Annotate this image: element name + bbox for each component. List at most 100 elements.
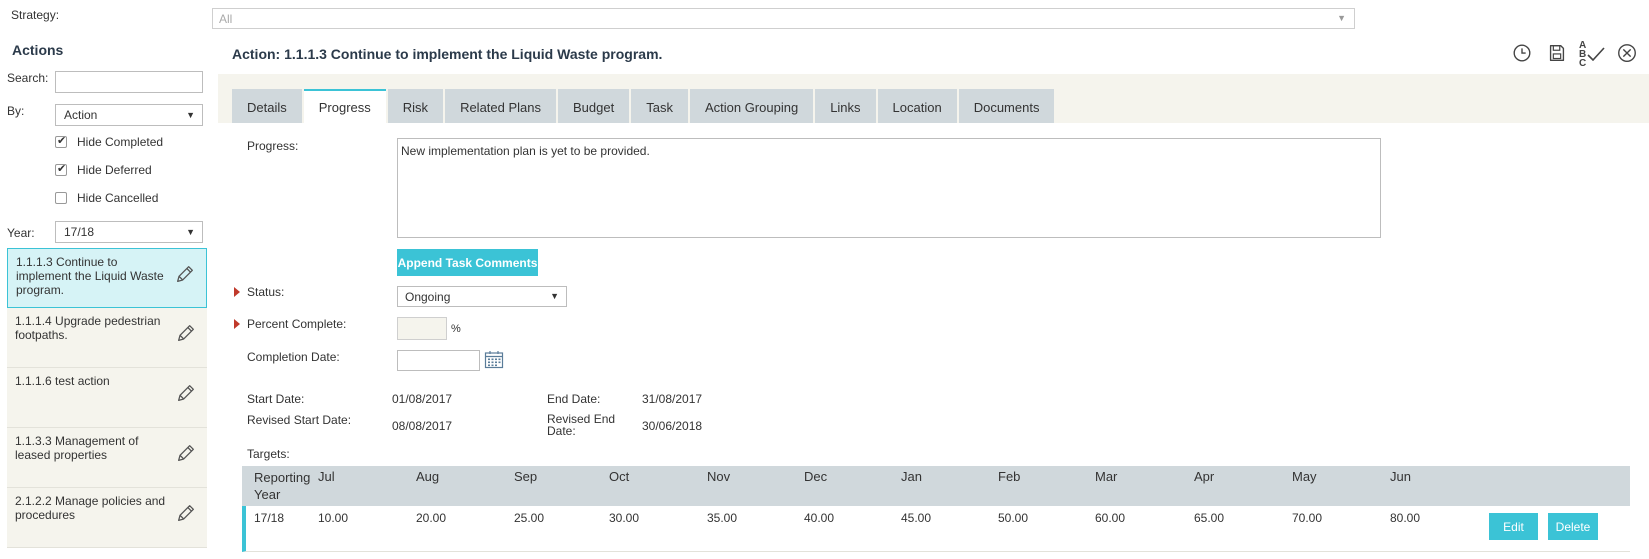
search-input[interactable] xyxy=(55,71,203,93)
list-item[interactable]: 1.1.1.3 Continue to implement the Liquid… xyxy=(7,248,207,308)
pencil-icon[interactable] xyxy=(175,322,197,344)
status-label: Status: xyxy=(247,285,285,299)
table-cell: 20.00 xyxy=(416,511,447,525)
tab-details[interactable]: Details xyxy=(232,89,302,123)
pencil-icon[interactable] xyxy=(175,382,197,404)
tab-related-plans[interactable]: Related Plans xyxy=(445,89,557,123)
column-header: Apr xyxy=(1194,469,1215,484)
table-cell: 45.00 xyxy=(901,511,932,525)
delete-button[interactable]: Delete xyxy=(1548,513,1598,540)
table-cell: 40.00 xyxy=(804,511,835,525)
completion-date-label: Completion Date: xyxy=(247,350,340,364)
revised-start-date-label: Revised Start Date: xyxy=(247,413,352,427)
chevron-down-icon: ▼ xyxy=(186,110,195,120)
checkbox-box[interactable] xyxy=(55,192,67,204)
by-label: By: xyxy=(7,104,25,118)
history-icon[interactable] xyxy=(1511,42,1533,64)
strategy-value: All xyxy=(219,12,233,26)
hide-deferred-checkbox[interactable]: Hide Deferred xyxy=(55,162,215,178)
year-select[interactable]: 17/18 ▼ xyxy=(55,221,203,243)
list-item-label: 1.1.1.6 test action xyxy=(15,374,110,388)
tab-action-grouping[interactable]: Action Grouping xyxy=(689,89,814,123)
tab-risk[interactable]: Risk xyxy=(387,89,444,123)
tab-documents[interactable]: Documents xyxy=(958,89,1055,123)
list-item-label: 1.1.1.4 Upgrade pedestrian footpaths. xyxy=(15,314,161,342)
table-cell: 30.00 xyxy=(609,511,640,525)
table-cell: 17/18 xyxy=(254,511,285,525)
by-value: Action xyxy=(64,108,98,122)
close-icon[interactable] xyxy=(1616,42,1638,64)
status-value: Ongoing xyxy=(405,290,451,304)
tab-task[interactable]: Task xyxy=(631,89,688,123)
table-row: 17/18 10.00 20.00 25.00 30.00 35.00 40.0… xyxy=(242,506,1630,552)
pencil-icon[interactable] xyxy=(175,442,197,464)
append-task-comments-button[interactable]: Append Task Comments xyxy=(397,249,538,276)
targets-label: Targets: xyxy=(247,447,290,461)
tab-progress[interactable]: Progress xyxy=(303,89,386,123)
pencil-icon[interactable] xyxy=(174,263,196,285)
action-list: 1.1.1.3 Continue to implement the Liquid… xyxy=(7,248,207,548)
checkbox-box[interactable] xyxy=(55,162,67,176)
year-label: Year: xyxy=(7,226,35,240)
calendar-icon[interactable] xyxy=(484,350,504,369)
column-header: May xyxy=(1292,469,1317,484)
completion-date-input[interactable] xyxy=(397,350,480,371)
column-header: Dec xyxy=(804,469,828,484)
spellcheck-icon[interactable]: ABC xyxy=(1579,41,1607,69)
required-marker-icon xyxy=(234,287,240,297)
end-date-label: End Date: xyxy=(547,392,601,406)
save-icon[interactable] xyxy=(1546,42,1568,64)
table-cell: 10.00 xyxy=(318,511,349,525)
chevron-down-icon: ▼ xyxy=(1337,13,1346,23)
list-item[interactable]: 1.1.1.6 test action xyxy=(7,368,207,428)
checkbox-label: Hide Cancelled xyxy=(77,191,159,205)
list-item[interactable]: 1.1.1.4 Upgrade pedestrian footpaths. xyxy=(7,308,207,368)
strategy-select[interactable]: All ▼ xyxy=(212,8,1355,29)
table-cell: 70.00 xyxy=(1292,511,1323,525)
percent-unit: % xyxy=(451,323,461,335)
percent-complete-label: Percent Complete: xyxy=(247,317,347,331)
column-header: Jun xyxy=(1390,469,1411,484)
hide-cancelled-checkbox[interactable]: Hide Cancelled xyxy=(55,190,215,206)
checkbox-box[interactable] xyxy=(55,134,67,148)
status-select[interactable]: Ongoing ▼ xyxy=(397,286,567,307)
table-cell: 35.00 xyxy=(707,511,738,525)
column-header: Sep xyxy=(514,469,538,484)
pencil-icon[interactable] xyxy=(175,502,197,524)
progress-label: Progress: xyxy=(247,139,299,153)
chevron-down-icon: ▼ xyxy=(550,291,559,301)
table-cell: 80.00 xyxy=(1390,511,1421,525)
column-header: Jul xyxy=(318,469,335,484)
revised-start-date-value: 08/08/2017 xyxy=(392,419,453,433)
page-title: Action: 1.1.1.3 Continue to implement th… xyxy=(232,46,663,62)
hide-completed-checkbox[interactable]: Hide Completed xyxy=(55,134,215,150)
table-cell: 65.00 xyxy=(1194,511,1225,525)
checkbox-label: Hide Deferred xyxy=(77,163,152,177)
column-header: Oct xyxy=(609,469,630,484)
required-marker-icon xyxy=(234,319,240,329)
tab-budget[interactable]: Budget xyxy=(558,89,630,123)
list-item[interactable]: 1.1.3.3 Management of leased properties xyxy=(7,428,207,488)
strategy-label: Strategy: xyxy=(11,8,60,22)
start-date-label: Start Date: xyxy=(247,392,305,406)
revised-end-date-value: 30/06/2018 xyxy=(642,419,703,433)
list-item-label: 1.1.1.3 Continue to implement the Liquid… xyxy=(16,255,164,297)
tab-links[interactable]: Links xyxy=(815,89,876,123)
percent-complete-input[interactable] xyxy=(397,317,447,340)
search-label: Search: xyxy=(7,71,49,85)
table-cell: 60.00 xyxy=(1095,511,1126,525)
list-item-label: 2.1.2.2 Manage policies and procedures xyxy=(15,494,166,522)
year-value: 17/18 xyxy=(64,225,95,239)
column-header: Feb xyxy=(998,469,1021,484)
by-select[interactable]: Action ▼ xyxy=(55,104,203,126)
list-item-label: 1.1.3.3 Management of leased properties xyxy=(15,434,139,462)
chevron-down-icon: ▼ xyxy=(186,227,195,237)
edit-button[interactable]: Edit xyxy=(1489,513,1538,540)
revised-end-date-label: Revised End Date: xyxy=(547,412,616,438)
column-header: Reporting Year xyxy=(254,470,311,502)
progress-textarea[interactable]: New implementation plan is yet to be pro… xyxy=(397,138,1381,238)
end-date-value: 31/08/2017 xyxy=(642,392,703,406)
list-item[interactable]: 2.1.2.2 Manage policies and procedures xyxy=(7,488,207,548)
tab-location[interactable]: Location xyxy=(877,89,957,123)
start-date-value: 01/08/2017 xyxy=(392,392,453,406)
